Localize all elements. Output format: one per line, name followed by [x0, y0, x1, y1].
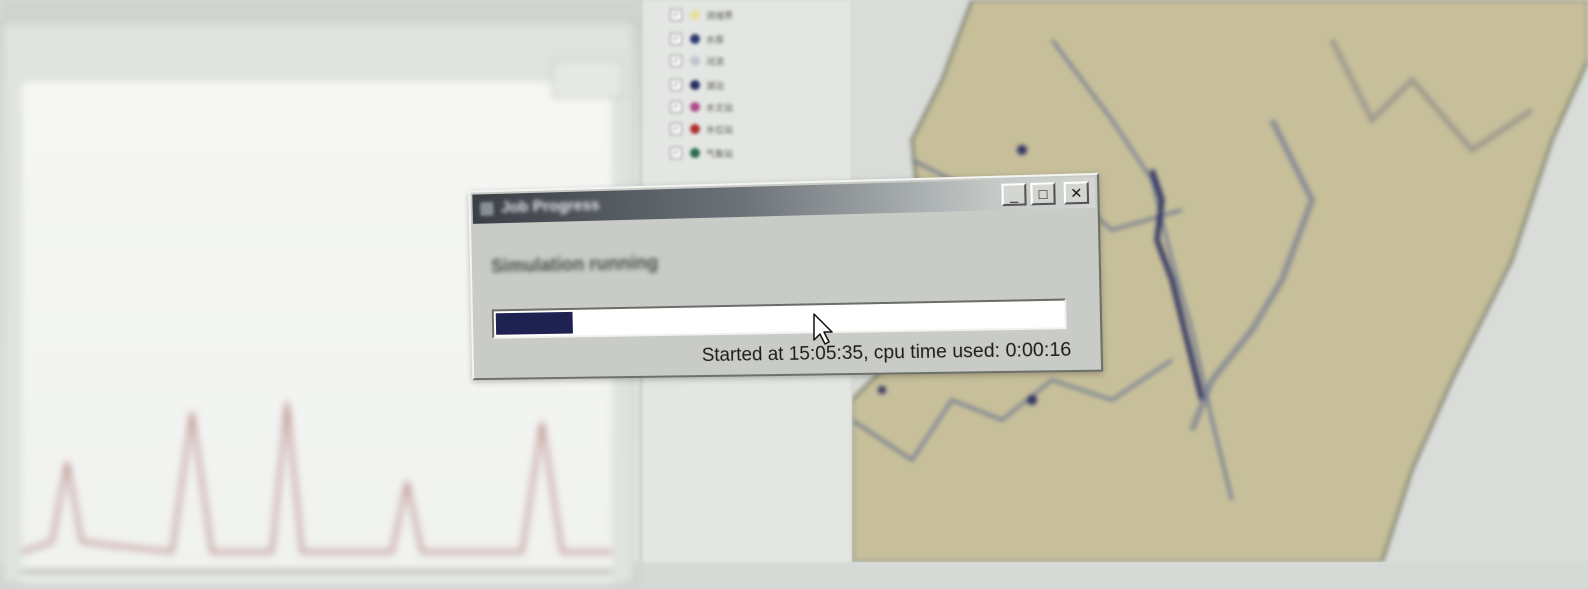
minimize-icon: _: [1009, 186, 1019, 203]
layer-label: 气象站: [706, 148, 734, 159]
layer-item[interactable]: ✓ 水文站: [670, 98, 733, 116]
app-icon: [480, 201, 494, 216]
progress-bar-fill: [495, 311, 574, 335]
chart-legend-box: [552, 60, 624, 98]
layer-symbol-icon: [690, 148, 700, 158]
layer-item[interactable]: ✓ 湖泊: [670, 76, 724, 94]
layer-label: 流域界: [706, 10, 734, 21]
arrow-cursor-icon: [813, 313, 833, 345]
layer-item[interactable]: ✓ 水位站: [670, 120, 733, 138]
maximize-icon: □: [1038, 185, 1048, 203]
maximize-button[interactable]: □: [1030, 182, 1056, 206]
layer-item[interactable]: ✓ 河流: [670, 52, 724, 70]
layer-checkbox[interactable]: ✓: [670, 147, 682, 159]
status-message: Simulation running: [490, 252, 659, 278]
layer-checkbox[interactable]: ✓: [670, 33, 682, 45]
layer-label: 水文站: [706, 102, 734, 113]
layer-symbol-icon: [690, 102, 700, 112]
progress-bar: [491, 298, 1067, 339]
layer-checkbox[interactable]: ✓: [670, 79, 682, 91]
layer-checkbox[interactable]: ✓: [670, 55, 682, 67]
layer-label: 水位站: [706, 124, 734, 135]
close-button[interactable]: ✕: [1063, 181, 1090, 205]
layer-label: 河流: [706, 56, 725, 67]
close-icon: ✕: [1070, 184, 1083, 202]
layer-label: 水库: [706, 34, 725, 45]
progress-dialog[interactable]: Job Progress _ □ ✕ Simulation running St…: [468, 172, 1104, 381]
layer-symbol-icon: [690, 10, 700, 20]
elapsed-time-text: Started at 15:05:35, cpu time used: 0:00…: [701, 339, 1072, 367]
dialog-title: Job Progress: [501, 196, 600, 217]
layer-symbol-icon: [690, 34, 700, 44]
layer-item[interactable]: ✓ 气象站: [670, 144, 733, 162]
minimize-button[interactable]: _: [1001, 183, 1027, 207]
layer-checkbox[interactable]: ✓: [670, 9, 682, 21]
layer-item[interactable]: ✓ 流域界: [670, 6, 733, 24]
layer-symbol-icon: [690, 124, 700, 134]
layer-label: 湖泊: [706, 80, 725, 91]
layer-item[interactable]: ✓ 水库: [670, 30, 724, 48]
layer-checkbox[interactable]: ✓: [670, 101, 682, 113]
layer-checkbox[interactable]: ✓: [670, 123, 682, 135]
layer-symbol-icon: [690, 80, 700, 90]
layer-symbol-icon: [690, 56, 700, 66]
